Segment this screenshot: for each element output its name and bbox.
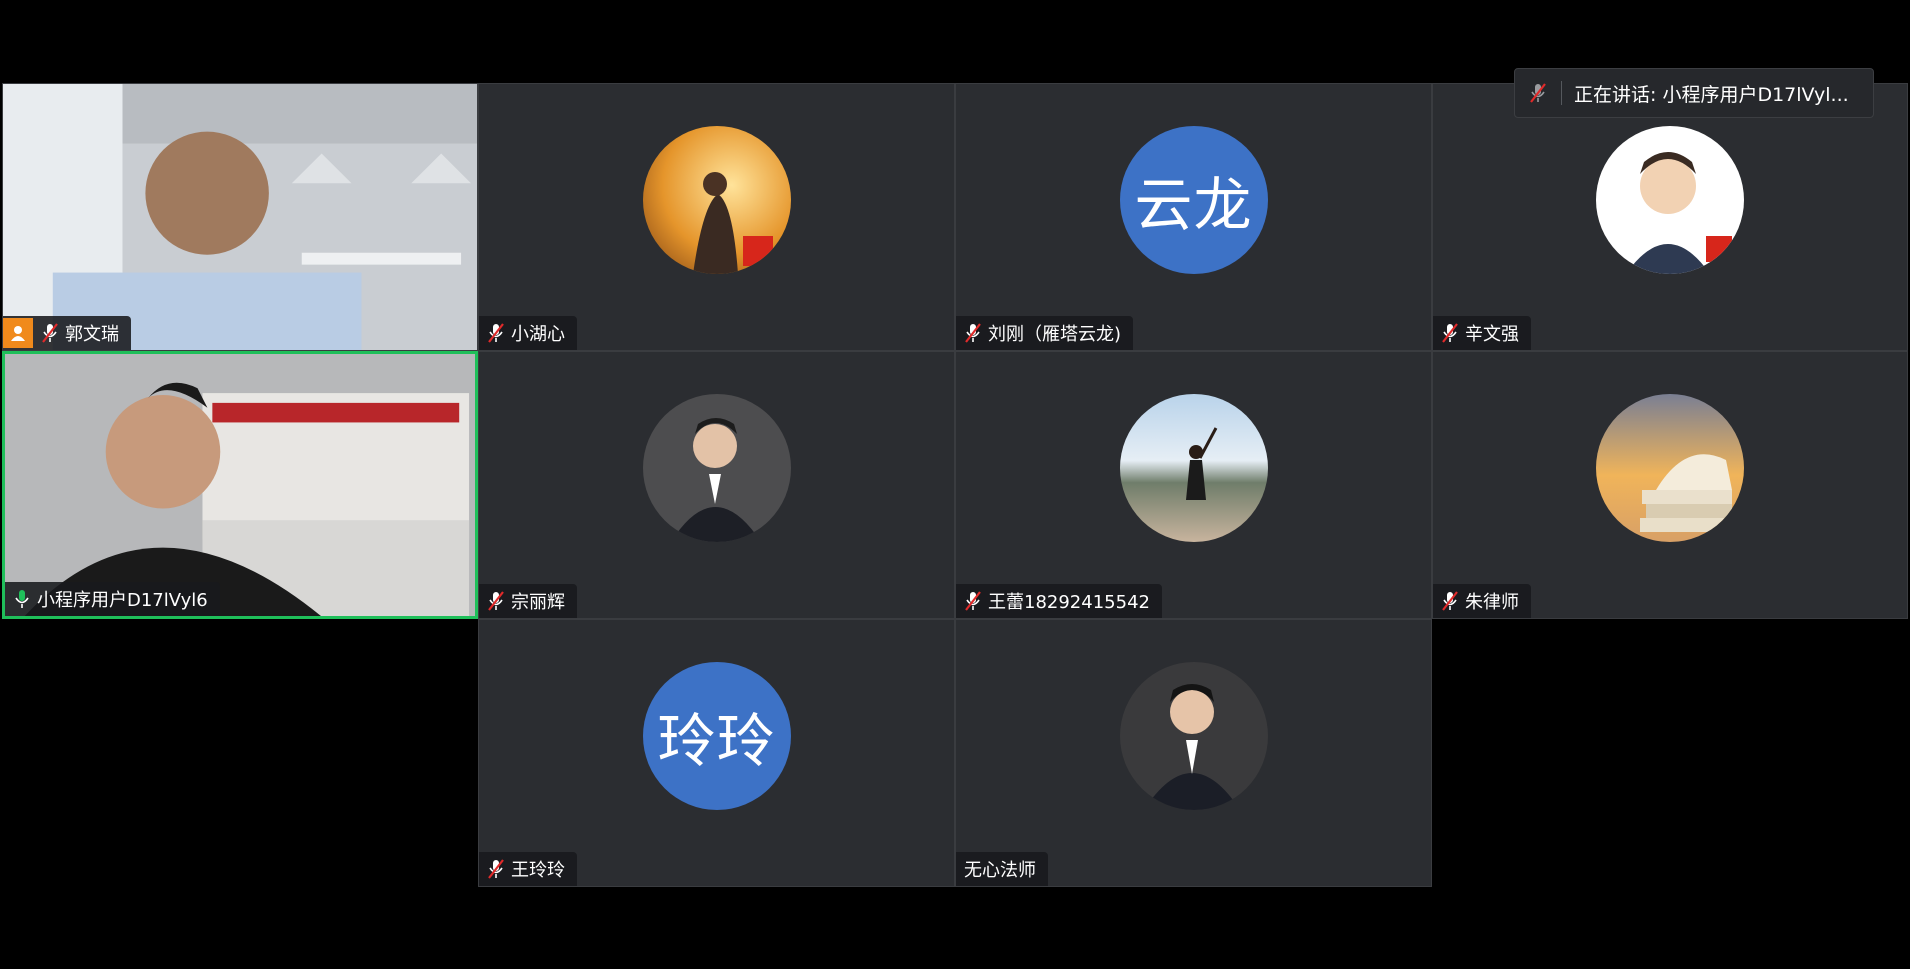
divider [1561, 81, 1562, 105]
participant-name: 郭文瑞 [65, 324, 119, 345]
name-tag: 王玲玲 [479, 852, 577, 886]
speaking-label: 正在讲话: 小程序用户D17lVyl... [1574, 80, 1849, 107]
mic-muted-icon[interactable] [487, 322, 505, 344]
participant-name: 刘刚（雁塔云龙) [988, 324, 1122, 345]
text-avatar: 云龙 [1119, 126, 1268, 274]
woman-mountain-photo [1119, 394, 1268, 542]
participant-name: 王玲玲 [511, 860, 565, 881]
mic-muted-icon[interactable] [964, 590, 982, 612]
participant-tile-wuxinfashi[interactable]: 无心法师 [955, 619, 1432, 887]
participant-tile-wanglei[interactable]: 王蕾18292415542 [955, 351, 1432, 619]
suit-man-photo [1119, 662, 1268, 810]
participant-name: 王蕾18292415542 [988, 592, 1150, 613]
video-feed [3, 84, 477, 350]
mic-on-icon[interactable] [13, 588, 31, 610]
cartoon-man-photo [1596, 126, 1744, 274]
participant-name: 小程序用户D17lVyl6 [37, 590, 208, 611]
video-feed [5, 354, 475, 616]
mic-muted-icon[interactable] [1441, 322, 1459, 344]
participant-name: 朱律师 [1465, 592, 1519, 613]
host-icon [3, 318, 33, 348]
participant-tile-wanglingling[interactable]: 玲玲 王玲玲 [478, 619, 955, 887]
participant-tile-active-speaker[interactable]: 小程序用户D17lVyl6 [2, 351, 478, 619]
book-sunset-photo [1596, 394, 1744, 542]
participant-name: 宗丽辉 [511, 592, 565, 613]
mic-muted-icon[interactable] [41, 322, 59, 344]
name-tag: 小湖心 [479, 316, 577, 350]
participant-tile-zonglihui[interactable]: 宗丽辉 [478, 351, 955, 619]
mic-muted-icon[interactable] [487, 858, 505, 880]
participant-tile-xinwenqiang[interactable]: 辛文强 [1432, 83, 1908, 351]
mic-muted-icon[interactable] [964, 322, 982, 344]
suit-man-photo [642, 394, 791, 542]
name-tag: 辛文强 [1433, 316, 1531, 350]
speaking-prefix: 正在讲话: [1574, 83, 1657, 106]
participant-tile-xiaohuxin[interactable]: 小湖心 [478, 83, 955, 351]
participant-tile-zhulvshi[interactable]: 朱律师 [1432, 351, 1908, 619]
mic-muted-icon[interactable] [1441, 590, 1459, 612]
name-tag: 小程序用户D17lVyl6 [5, 582, 220, 616]
sunset-girl-photo [642, 126, 791, 274]
speaking-indicator: 正在讲话: 小程序用户D17lVyl... [1514, 68, 1874, 118]
text-avatar: 玲玲 [642, 662, 791, 810]
name-tag: 朱律师 [1433, 584, 1531, 618]
name-tag: 郭文瑞 [3, 316, 131, 350]
name-tag: 无心法师 [956, 852, 1048, 886]
name-tag: 宗丽辉 [479, 584, 577, 618]
name-tag: 刘刚（雁塔云龙) [956, 316, 1134, 350]
mic-muted-icon [1530, 83, 1546, 103]
participant-tile-liugang[interactable]: 云龙 刘刚（雁塔云龙) [955, 83, 1432, 351]
name-tag: 王蕾18292415542 [956, 584, 1162, 618]
participant-name: 小湖心 [511, 324, 565, 345]
speaking-name: 小程序用户D17lVyl... [1662, 83, 1849, 106]
mic-muted-icon[interactable] [487, 590, 505, 612]
participant-tile-guowenrui[interactable]: 郭文瑞 [2, 83, 478, 351]
participant-name: 无心法师 [964, 860, 1036, 881]
participant-name: 辛文强 [1465, 324, 1519, 345]
